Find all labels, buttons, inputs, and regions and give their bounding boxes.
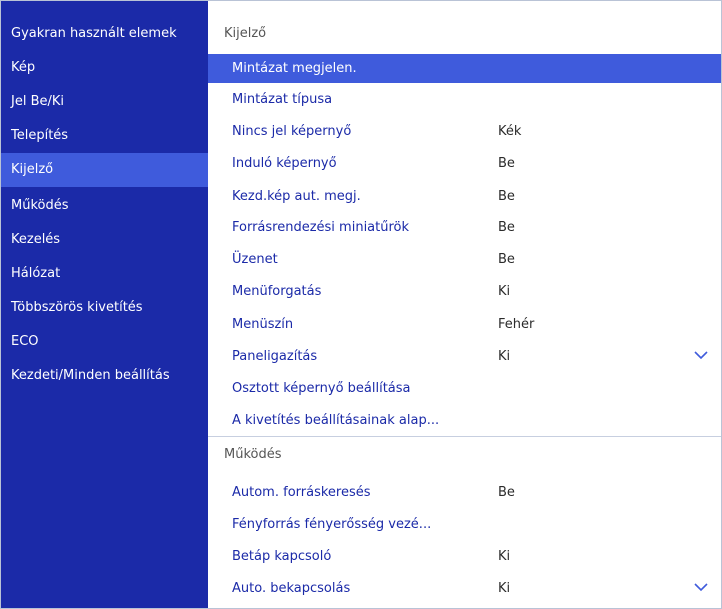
menu-row-startup-screen[interactable]: Induló képernyő Be bbox=[208, 149, 721, 178]
sidebar-item-label: Kép bbox=[11, 60, 36, 75]
sidebar-item-initial-all-settings[interactable]: Kezdeti/Minden beállítás bbox=[1, 359, 208, 393]
row-value: Be bbox=[498, 485, 515, 500]
sidebar-item-installation[interactable]: Telepítés bbox=[1, 119, 208, 153]
row-value: Ki bbox=[498, 549, 511, 564]
sidebar-item-signal-io[interactable]: Jel Be/Ki bbox=[1, 85, 208, 119]
sidebar-item-network[interactable]: Hálózat bbox=[1, 257, 208, 291]
row-label: Menüszín bbox=[232, 317, 294, 332]
sidebar-item-label: Kezdeti/Minden beállítás bbox=[11, 368, 170, 383]
row-label: Forrásrendezési miniatűrök bbox=[232, 220, 410, 235]
row-label: Induló képernyő bbox=[232, 156, 337, 171]
row-value: Be bbox=[498, 220, 515, 235]
row-label: A kivetítés beállításainak alap... bbox=[232, 413, 440, 428]
sidebar-item-label: Kezelés bbox=[11, 232, 61, 247]
sidebar-item-label: Jel Be/Ki bbox=[11, 94, 65, 109]
row-label: Üzenet bbox=[232, 252, 278, 267]
sidebar-item-multi-projection[interactable]: Többszörös kivetítés bbox=[1, 291, 208, 325]
sidebar-item-operation[interactable]: Működés bbox=[1, 189, 208, 223]
row-value: Be bbox=[498, 189, 515, 204]
row-value: Fehér bbox=[498, 317, 535, 332]
sidebar-item-label: ECO bbox=[11, 334, 39, 349]
settings-list: Kijelző Mintázat megjelen. Mintázat típu… bbox=[208, 1, 721, 608]
menu-row-pattern-display[interactable]: Mintázat megjelen. bbox=[208, 54, 721, 83]
section-divider bbox=[208, 436, 721, 437]
menu-row-message[interactable]: Üzenet Be bbox=[208, 245, 721, 274]
row-label: Fényforrás fényerősség vezé... bbox=[232, 517, 432, 532]
row-label: Nincs jel képernyő bbox=[232, 124, 352, 139]
section-header-operation: Működés bbox=[224, 447, 282, 462]
menu-row-auto-power-on[interactable]: Auto. bekapcsolás Ki bbox=[208, 574, 721, 603]
sidebar-item-eco[interactable]: ECO bbox=[1, 325, 208, 359]
menu-row-direct-power-on[interactable]: Betáp kapcsoló Ki bbox=[208, 542, 721, 571]
row-label: Betáp kapcsoló bbox=[232, 549, 332, 564]
row-label: Autom. forráskeresés bbox=[232, 485, 371, 500]
menu-row-split-screen-settings[interactable]: Osztott képernyő beállítása bbox=[208, 374, 721, 403]
row-value: Be bbox=[498, 156, 515, 171]
sidebar-item-label: Többszörös kivetítés bbox=[11, 300, 143, 315]
sidebar-item-label: Működés bbox=[11, 198, 69, 213]
menu-row-light-source-brightness[interactable]: Fényforrás fényerősség vezé... bbox=[208, 510, 721, 539]
section-header-display: Kijelző bbox=[224, 26, 267, 41]
sidebar-item-label: Kijelző bbox=[11, 162, 54, 177]
row-label: Auto. bekapcsolás bbox=[232, 581, 351, 596]
sidebar-item-label: Hálózat bbox=[11, 266, 61, 281]
chevron-down-icon[interactable] bbox=[693, 582, 709, 592]
row-label: Kezd.kép aut. megj. bbox=[232, 189, 361, 204]
menu-row-auto-home-screen[interactable]: Kezd.kép aut. megj. Be bbox=[208, 182, 721, 211]
row-value: Ki bbox=[498, 581, 511, 596]
row-label: Mintázat megjelen. bbox=[232, 61, 357, 76]
row-value: Kék bbox=[498, 124, 522, 139]
sidebar-menu: Gyakran használt elemek Kép Jel Be/Ki Te… bbox=[1, 1, 208, 608]
menu-row-panel-alignment[interactable]: Paneligazítás Ki bbox=[208, 342, 721, 371]
menu-row-reset-projection-settings[interactable]: A kivetítés beállításainak alap... bbox=[208, 406, 721, 435]
sidebar-item-image[interactable]: Kép bbox=[1, 51, 208, 85]
menu-row-menu-rotation[interactable]: Menüforgatás Ki bbox=[208, 277, 721, 306]
row-label: Mintázat típusa bbox=[232, 92, 333, 107]
menu-row-menu-color[interactable]: Menüszín Fehér bbox=[208, 310, 721, 339]
menu-row-source-thumbnails[interactable]: Forrásrendezési miniatűrök Be bbox=[208, 213, 721, 242]
sidebar-item-label: Gyakran használt elemek bbox=[11, 26, 177, 41]
row-value: Be bbox=[498, 252, 515, 267]
menu-row-auto-source-search[interactable]: Autom. forráskeresés Be bbox=[208, 478, 721, 507]
menu-row-pattern-type[interactable]: Mintázat típusa bbox=[208, 85, 721, 114]
sidebar-item-display[interactable]: Kijelző bbox=[1, 153, 208, 187]
sidebar-item-frequently-used[interactable]: Gyakran használt elemek bbox=[1, 17, 208, 51]
row-label: Osztott képernyő beállítása bbox=[232, 381, 411, 396]
row-label: Menüforgatás bbox=[232, 284, 322, 299]
row-label: Paneligazítás bbox=[232, 349, 318, 364]
menu-row-no-signal-screen[interactable]: Nincs jel képernyő Kék bbox=[208, 117, 721, 146]
sidebar-item-management[interactable]: Kezelés bbox=[1, 223, 208, 257]
row-value: Ki bbox=[498, 284, 511, 299]
chevron-down-icon[interactable] bbox=[693, 350, 709, 360]
sidebar-item-label: Telepítés bbox=[11, 128, 69, 143]
settings-menu-window: Gyakran használt elemek Kép Jel Be/Ki Te… bbox=[0, 0, 722, 609]
row-value: Ki bbox=[498, 349, 511, 364]
